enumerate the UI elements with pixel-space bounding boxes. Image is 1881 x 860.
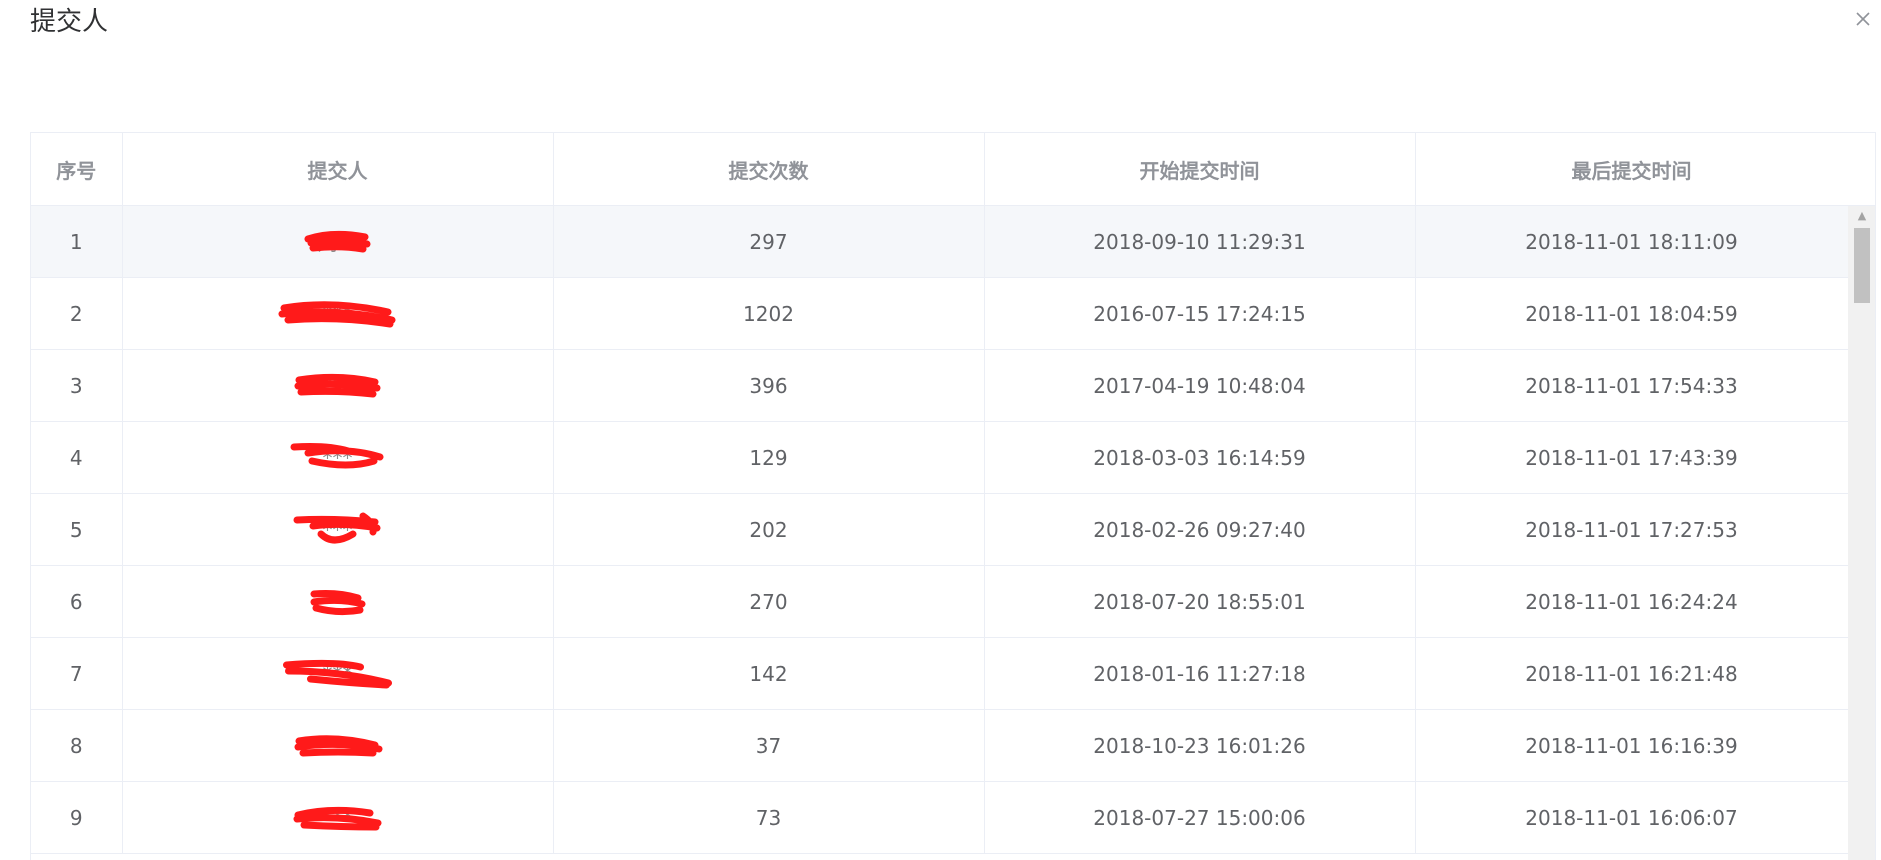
row-last-time: 2018-11-01 17:43:39: [1415, 421, 1849, 494]
row-submitter: ***: [122, 277, 554, 350]
submitter-table: 序号 提交人 提交次数 开始提交时间 最后提交时间 1 刘** 297 2018-09…: [30, 132, 1876, 860]
row-index: 5: [31, 493, 123, 566]
row-last-time: 2018-11-01 18:04:59: [1415, 277, 1849, 350]
row-index: 7: [31, 637, 123, 710]
row-submitter: ***: [122, 421, 554, 494]
row-count: 270: [553, 565, 985, 638]
row-count: 297: [553, 205, 985, 278]
table-row[interactable]: 3 *** 396 2017-04-19 10:48:04 2018-11-01 17:…: [31, 349, 1849, 422]
row-count: 142: [553, 637, 985, 710]
table-row[interactable]: 9 *** 73 2018-07-27 15:00:06 2018-11-01 16:0…: [31, 781, 1849, 854]
row-submitter: ***: [122, 349, 554, 422]
submitter-name: ***: [322, 733, 353, 758]
scroll-thumb[interactable]: [1854, 228, 1870, 303]
row-submitter: **: [122, 565, 554, 638]
row-index: 6: [31, 565, 123, 638]
row-last-time: 2018-11-01 17:27:53: [1415, 493, 1849, 566]
row-count: 202: [553, 493, 985, 566]
row-last-time: 2018-11-01 16:06:07: [1415, 781, 1849, 854]
header-submitter[interactable]: 提交人: [122, 133, 554, 206]
row-submitter: ***: [122, 637, 554, 710]
table-row[interactable]: 2 *** 1202 2016-07-15 17:24:15 2018-11-01 18…: [31, 277, 1849, 350]
table-row[interactable]: 4 *** 129 2018-03-03 16:14:59 2018-11-01 17:…: [31, 421, 1849, 494]
row-start-time: 2018-07-27 15:00:06: [984, 781, 1416, 854]
row-last-time: 2018-11-01 18:11:09: [1415, 205, 1849, 278]
scroll-up-button[interactable]: ▲: [1848, 206, 1875, 224]
header-gutter: [1848, 133, 1875, 206]
submitter-name: **: [327, 589, 348, 614]
submitter-dialog: 提交人 序号 提交人 提交次数 开始提交时间 最后提交时间 1 刘** 297 201…: [0, 0, 1881, 860]
row-count: 73: [553, 781, 985, 854]
row-index: 4: [31, 421, 123, 494]
table-row[interactable]: 7 *** 142 2018-01-16 11:27:18 2018-11-01 16:…: [31, 637, 1849, 710]
header-index[interactable]: 序号: [31, 133, 123, 206]
row-count: 37: [553, 709, 985, 782]
submitter-name: ***: [322, 445, 353, 470]
submitter-name: ***: [322, 517, 353, 542]
table-row[interactable]: 1 刘** 297 2018-09-10 11:29:31 2018-11-01 18:…: [31, 205, 1849, 278]
table-row[interactable]: 8 *** 37 2018-10-23 16:01:26 2018-11-01 16:1…: [31, 709, 1849, 782]
row-submitter: 刘**: [122, 205, 554, 278]
row-index: 8: [31, 709, 123, 782]
submitter-name: ***: [322, 805, 353, 830]
row-count: 1202: [553, 277, 985, 350]
row-last-time: 2018-11-01 16:16:39: [1415, 709, 1849, 782]
header-last-time[interactable]: 最后提交时间: [1415, 133, 1849, 206]
header-count[interactable]: 提交次数: [553, 133, 985, 206]
submitter-name: 刘**: [317, 231, 358, 255]
row-start-time: 2018-02-26 09:27:40: [984, 493, 1416, 566]
close-icon: [1856, 12, 1870, 26]
row-last-time: 2018-11-01 16:21:48: [1415, 637, 1849, 710]
row-index: 9: [31, 781, 123, 854]
row-submitter: ***: [122, 781, 554, 854]
row-start-time: 2018-07-20 18:55:01: [984, 565, 1416, 638]
row-index: 3: [31, 349, 123, 422]
submitter-name: ***: [322, 373, 353, 398]
row-last-time: 2018-11-01 17:54:33: [1415, 349, 1849, 422]
table-scrollbar[interactable]: ▲: [1848, 206, 1875, 860]
row-start-time: 2017-04-19 10:48:04: [984, 349, 1416, 422]
row-start-time: 2018-03-03 16:14:59: [984, 421, 1416, 494]
row-submitter: ***: [122, 709, 554, 782]
row-last-time: 2018-11-01 16:24:24: [1415, 565, 1849, 638]
row-count: 129: [553, 421, 985, 494]
dialog-title: 提交人: [30, 7, 109, 37]
row-count: 396: [553, 349, 985, 422]
close-button[interactable]: [1850, 6, 1876, 32]
submitter-name: ***: [322, 301, 353, 326]
row-submitter: ***: [122, 493, 554, 566]
table-row[interactable]: 5 *** 202 2018-02-26 09:27:40 2018-11-01 17:…: [31, 493, 1849, 566]
row-index: 1: [31, 205, 123, 278]
row-start-time: 2018-10-23 16:01:26: [984, 709, 1416, 782]
header-start-time[interactable]: 开始提交时间: [984, 133, 1416, 206]
table-header-row: 序号 提交人 提交次数 开始提交时间 最后提交时间: [31, 133, 1849, 206]
table-row[interactable]: 6 ** 270 2018-07-20 18:55:01 2018-11-01 16:2…: [31, 565, 1849, 638]
scroll-up-arrow-icon: ▲: [1857, 208, 1867, 222]
row-index: 2: [31, 277, 123, 350]
row-start-time: 2018-09-10 11:29:31: [984, 205, 1416, 278]
submitter-name: ***: [322, 661, 353, 686]
row-start-time: 2018-01-16 11:27:18: [984, 637, 1416, 710]
row-start-time: 2016-07-15 17:24:15: [984, 277, 1416, 350]
